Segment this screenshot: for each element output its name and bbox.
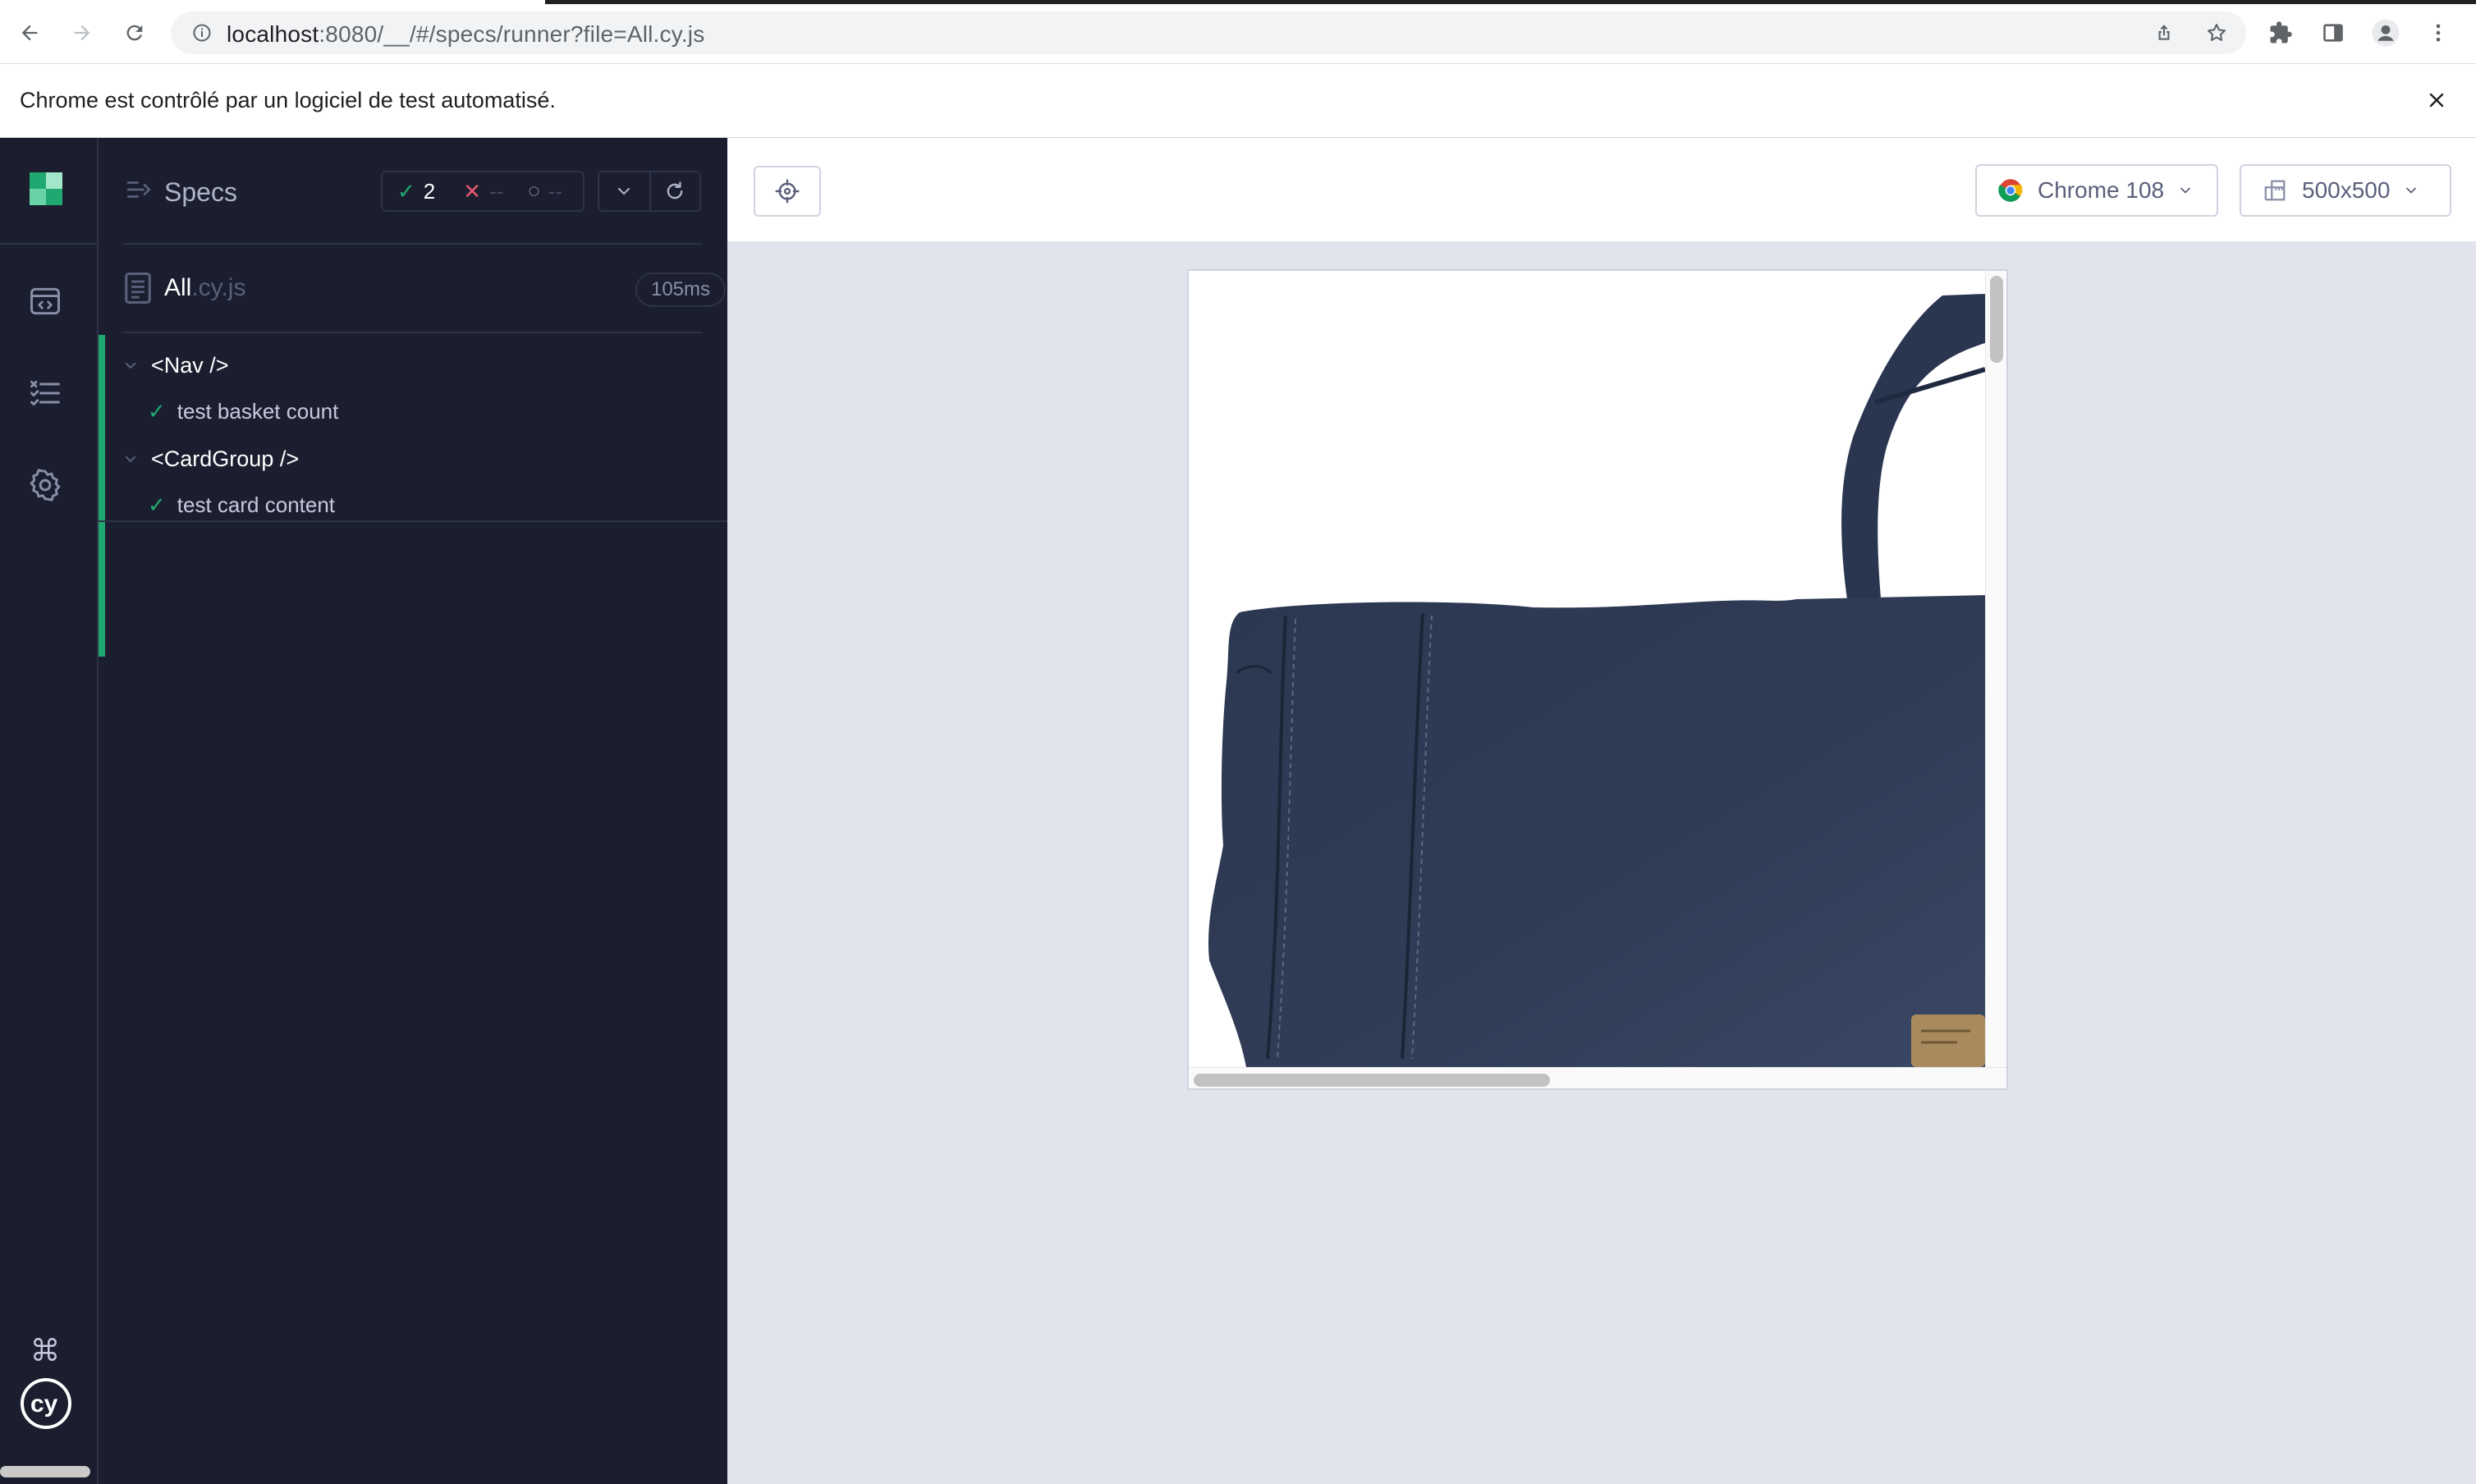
side-panel-icon[interactable] <box>2315 15 2351 51</box>
chevron-down-icon <box>2180 187 2190 194</box>
app-under-test-panel: Chrome 108 500x500 <box>727 138 2476 1484</box>
reporter-header: Specs ✓ 2 ✕ -- ◌ -- <box>99 138 727 245</box>
iframe-vertical-scrollbar[interactable] <box>1985 271 2006 1069</box>
reporter-panel: Specs ✓ 2 ✕ -- ◌ -- All.cy.js 105ms <Nav… <box>99 138 727 1484</box>
check-icon: ✓ <box>148 492 166 517</box>
collapse-all-button[interactable] <box>599 172 649 210</box>
passed-stat: ✓ 2 <box>397 179 435 204</box>
test-stats: ✓ 2 ✕ -- ◌ -- <box>381 171 585 212</box>
reporter-controls <box>598 171 701 212</box>
keyboard-shortcuts-button[interactable] <box>23 1333 67 1366</box>
test-row[interactable]: ✓ test card content <box>148 484 335 525</box>
document-icon <box>125 273 151 304</box>
specs-title[interactable]: Specs <box>164 177 237 208</box>
forward-button[interactable] <box>64 15 100 51</box>
aut-iframe[interactable] <box>1187 269 2008 1090</box>
suites-divider <box>99 520 727 522</box>
selector-playground-button[interactable] <box>754 166 821 217</box>
chevron-down-icon <box>618 188 630 195</box>
viewport-select[interactable]: 500x500 <box>2240 164 2451 217</box>
pending-stat: ◌ -- <box>528 179 562 204</box>
refresh-icon <box>667 181 683 199</box>
project-logo-icon[interactable] <box>30 172 62 205</box>
test-suites: <Nav /> ✓ test basket count <CardGroup /… <box>99 335 727 660</box>
address-bar[interactable]: localhost:8080/__/#/specs/runner?file=Al… <box>171 11 2246 54</box>
cross-icon: ✕ <box>463 178 482 204</box>
svg-text:cy: cy <box>30 1390 58 1418</box>
suite-title[interactable]: <CardGroup /> <box>123 438 299 479</box>
rerun-button[interactable] <box>649 172 699 210</box>
chevron-down-icon <box>2406 187 2417 194</box>
pending-circle-icon: ◌ <box>528 180 540 202</box>
check-icon: ✓ <box>397 178 415 204</box>
spec-file-name: All.cy.js <box>164 274 246 301</box>
test-title: test card content <box>177 492 336 517</box>
bookmark-star-icon[interactable] <box>2202 18 2231 48</box>
share-icon[interactable] <box>2149 18 2179 48</box>
spec-file-row[interactable]: All.cy.js 105ms <box>123 245 726 333</box>
spec-divider <box>123 332 703 333</box>
arrow-left-icon <box>21 25 38 41</box>
aut-toolbar: Chrome 108 500x500 <box>727 138 2476 243</box>
close-icon <box>2429 93 2444 108</box>
ruler-icon <box>2264 180 2286 201</box>
check-icon: ✓ <box>148 398 166 424</box>
failed-stat: ✕ -- <box>463 179 503 204</box>
passed-count: 2 <box>423 178 436 204</box>
pending-count: -- <box>548 178 562 204</box>
automation-infobar: Chrome est contrôlé par un logiciel de t… <box>0 64 2476 138</box>
iframe-vertical-scroll-thumb[interactable] <box>1990 276 2003 363</box>
browser-toolbar: localhost:8080/__/#/specs/runner?file=Al… <box>0 0 2476 64</box>
sidebar-item-runs[interactable] <box>23 279 67 323</box>
kebab-menu-icon[interactable] <box>2420 15 2456 51</box>
tab-strip <box>545 0 2476 4</box>
test-row[interactable]: ✓ test basket count <box>148 391 338 432</box>
failed-count: -- <box>489 178 504 204</box>
spec-duration-badge: 105ms <box>635 273 726 307</box>
code-window-icon <box>30 287 60 315</box>
reload-button[interactable] <box>117 15 153 51</box>
cypress-logo-icon: cy <box>21 1378 71 1429</box>
cypress-sidebar: cy <box>0 138 99 1484</box>
gear-icon <box>30 469 61 502</box>
profile-avatar-icon[interactable] <box>2368 15 2404 51</box>
chevron-down-icon <box>125 456 136 462</box>
url-text: localhost:8080/__/#/specs/runner?file=Al… <box>227 21 705 47</box>
product-image <box>1208 294 1985 1067</box>
browser-select[interactable]: Chrome 108 <box>1975 164 2218 217</box>
extensions-icon[interactable] <box>2263 15 2299 51</box>
test-title: test basket count <box>177 398 339 424</box>
chrome-icon <box>1998 179 2023 202</box>
viewport-label: 500x500 <box>2302 177 2391 203</box>
sidebar-divider <box>0 243 99 245</box>
iframe-horizontal-scroll-thumb[interactable] <box>1194 1074 1550 1087</box>
info-icon[interactable] <box>187 18 217 48</box>
sidebar-item-specs[interactable] <box>23 371 67 415</box>
horizontal-scrollbar[interactable] <box>0 1466 90 1477</box>
browser-label: Chrome 108 <box>2038 177 2165 203</box>
command-key-icon <box>34 1338 57 1361</box>
specs-toggle-icon[interactable] <box>125 176 153 204</box>
close-infobar-button[interactable] <box>2420 84 2453 117</box>
test-list-icon <box>30 380 60 406</box>
suite-status-bar <box>99 335 105 657</box>
infobar-message: Chrome est contrôlé par un logiciel de t… <box>20 88 556 112</box>
back-button[interactable] <box>11 15 48 51</box>
reload-icon <box>126 25 143 41</box>
arrow-right-icon <box>74 25 90 41</box>
cypress-logo-button[interactable]: cy <box>20 1377 72 1430</box>
chevron-down-icon <box>125 362 136 369</box>
suite-title[interactable]: <Nav /> <box>123 345 229 386</box>
crosshair-icon <box>775 179 800 204</box>
sidebar-item-settings[interactable] <box>23 463 67 507</box>
